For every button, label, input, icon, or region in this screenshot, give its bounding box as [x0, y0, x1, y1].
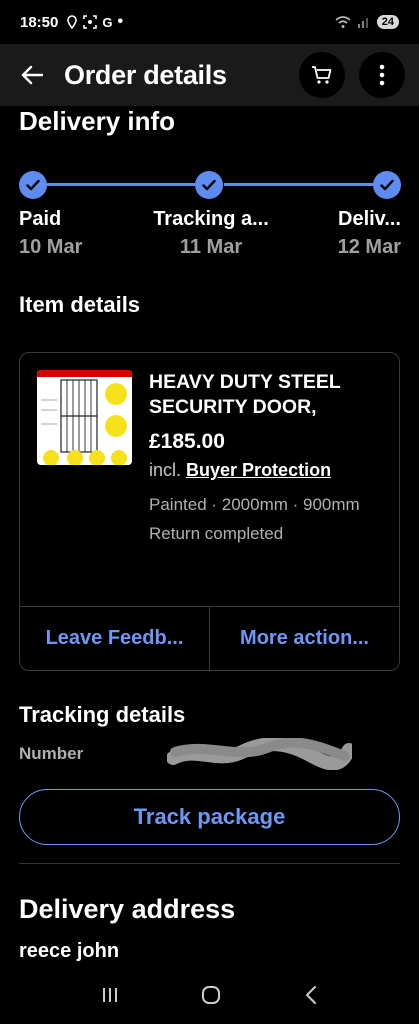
- delivery-progress: [19, 170, 401, 200]
- more-actions-button[interactable]: More action...: [209, 607, 399, 670]
- tracking-details-heading: Tracking details: [19, 702, 186, 727]
- status-icons-left: G •: [66, 13, 123, 31]
- step-check-tracking: [195, 171, 223, 199]
- item-thumbnail[interactable]: [37, 370, 132, 465]
- buyer-protection-link[interactable]: Buyer Protection: [186, 460, 331, 480]
- tracking-number-label: Number: [19, 744, 84, 763]
- cart-button[interactable]: [299, 52, 345, 98]
- step-check-paid: [19, 171, 47, 199]
- progress-line-2: [224, 183, 374, 186]
- recent-apps-icon[interactable]: [100, 985, 120, 1005]
- home-icon[interactable]: [200, 984, 222, 1006]
- item-price: £185.00: [149, 430, 225, 453]
- address-recipient-name: reece john: [19, 940, 120, 962]
- screenshot-icon: [83, 15, 98, 29]
- progress-line-1: [47, 183, 195, 186]
- app-bar-actions: [299, 52, 405, 98]
- step-delivered: Deliv... 12 Mar: [338, 208, 401, 259]
- item-title[interactable]: HEAVY DUTY STEEL SECURITY DOOR,: [149, 370, 389, 420]
- track-package-button[interactable]: Track package: [19, 789, 400, 845]
- signal-icon: [357, 18, 368, 28]
- delivery-steps: Paid 10 Mar Tracking a... 11 Mar Deliv..…: [19, 208, 401, 268]
- item-buyer-protection-line: incl. Buyer Protection: [149, 460, 389, 481]
- item-card-actions: Leave Feedb... More action...: [20, 606, 399, 670]
- check-icon: [26, 179, 40, 191]
- step-check-delivered: [373, 171, 401, 199]
- item-status: Return completed: [149, 524, 284, 543]
- check-icon: [202, 179, 216, 191]
- app-bar: Order details: [0, 44, 419, 106]
- more-options-button[interactable]: [359, 52, 405, 98]
- google-icon: G: [102, 14, 113, 30]
- step-date: 12 Mar: [337, 236, 401, 258]
- incl-prefix: incl.: [149, 460, 182, 480]
- item-info: HEAVY DUTY STEEL SECURITY DOOR, £185.00 …: [149, 370, 389, 548]
- tracking-number-row: Number: [19, 738, 400, 770]
- back-icon[interactable]: [303, 985, 319, 1005]
- redacted-scribble: [167, 738, 352, 770]
- status-time: 18:50: [20, 13, 59, 31]
- step-date: 10 Mar: [19, 236, 83, 258]
- security-door-image: [37, 370, 132, 465]
- step-label: Deliv...: [338, 208, 401, 230]
- step-label: Paid: [19, 208, 62, 230]
- delivery-info-heading: Delivery info: [19, 106, 176, 136]
- item-card[interactable]: HEAVY DUTY STEEL SECURITY DOOR, £185.00 …: [19, 352, 400, 671]
- step-tracking: Tracking a... 11 Mar: [146, 208, 276, 259]
- item-details-heading: Item details: [19, 292, 141, 317]
- item-variant: Painted · 2000mm · 900mm: [149, 495, 360, 514]
- step-paid: Paid 10 Mar: [19, 208, 82, 259]
- back-arrow-icon: [21, 65, 43, 85]
- step-label: Tracking a...: [153, 208, 269, 230]
- order-content[interactable]: Delivery info Paid 10 Mar Tracking a... …: [0, 106, 419, 966]
- step-date: 11 Mar: [179, 236, 243, 258]
- section-divider: [19, 863, 400, 864]
- cart-icon: [312, 66, 332, 84]
- more-vertical-icon: [379, 64, 385, 86]
- battery-indicator: 24: [376, 15, 399, 29]
- wifi-icon: [335, 16, 351, 28]
- check-icon: [380, 179, 394, 191]
- dot-icon: •: [117, 13, 124, 30]
- leave-feedback-button[interactable]: Leave Feedb...: [20, 607, 209, 670]
- status-icons-right: 24: [335, 15, 399, 29]
- status-bar: 18:50 G • 24: [0, 0, 419, 44]
- back-button[interactable]: [14, 57, 50, 93]
- location-pin-icon: [67, 15, 78, 29]
- system-nav-bar: [0, 966, 419, 1024]
- page-title: Order details: [64, 59, 227, 90]
- delivery-address-heading: Delivery address: [19, 894, 236, 924]
